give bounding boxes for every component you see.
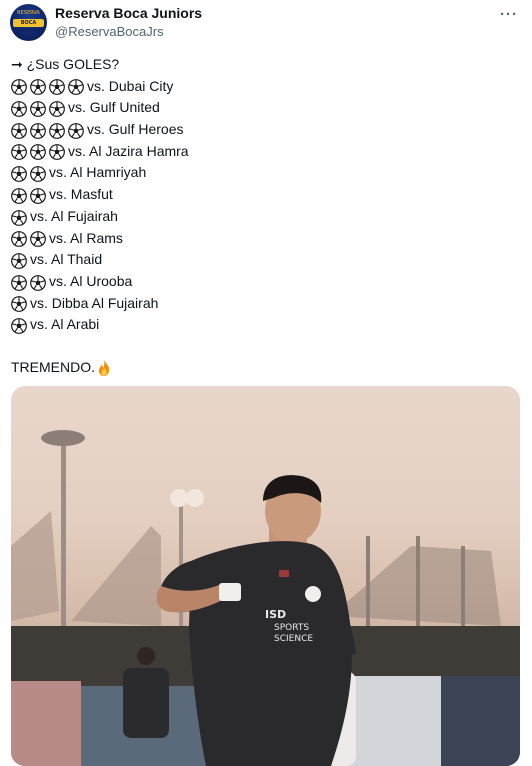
- club-crest: [305, 586, 321, 602]
- soccer-ball-icon: [11, 231, 27, 248]
- soccer-ball-icon: [49, 79, 65, 96]
- soccer-ball-icon: [68, 122, 84, 139]
- soccer-ball-icon: [11, 79, 27, 96]
- goal-rival: vs. Al Thaid: [30, 251, 103, 268]
- goal-balls: [11, 293, 30, 315]
- goal-balls: [11, 315, 30, 337]
- background-player: [123, 668, 169, 738]
- wristband: [219, 583, 241, 601]
- soccer-ball-icon: [11, 166, 27, 183]
- mast: [416, 536, 420, 626]
- goal-balls: [11, 98, 68, 120]
- background-player-head: [137, 647, 155, 665]
- tweet-photo[interactable]: ISD SPORTS SCIENCE: [11, 386, 520, 766]
- goal-balls: [11, 271, 49, 293]
- soccer-ball-icon: [30, 231, 46, 248]
- tweet-intro: ➞ ¿Sus GOLES?: [11, 56, 120, 72]
- soccer-ball-icon: [30, 101, 46, 118]
- soccer-ball-icon: [30, 274, 46, 291]
- goal-balls: [11, 206, 30, 228]
- goal-balls: [11, 250, 30, 272]
- floodlight-head: [41, 430, 85, 446]
- goal-line: vs. Al Jazira Hamra: [11, 141, 511, 163]
- tweet-text: ➞ ¿Sus GOLES? vs. Dubai City vs. Gulf Uni…: [11, 54, 511, 336]
- mast: [461, 546, 465, 626]
- goal-line: vs. Al Arabi: [11, 314, 511, 336]
- goal-line: vs. Gulf Heroes: [11, 119, 511, 141]
- soccer-ball-icon: [30, 187, 46, 204]
- goal-line: vs. Dubai City: [11, 76, 511, 98]
- goal-balls: [11, 120, 87, 142]
- goal-rival: vs. Al Hamriyah: [49, 164, 147, 181]
- soccer-ball-icon: [11, 187, 27, 204]
- goal-rival: vs. Al Urooba: [49, 272, 133, 289]
- soccer-ball-icon: [11, 274, 27, 291]
- avatar-band-text: BOCA JUNIORS: [16, 20, 41, 34]
- goal-line: vs. Gulf United: [11, 97, 511, 119]
- soccer-ball-icon: [11, 122, 27, 139]
- goal-rival: vs. Al Jazira Hamra: [68, 142, 189, 159]
- floodlight-lamp: [170, 489, 188, 507]
- sponsor-line2: SPORTS: [274, 623, 309, 633]
- more-options-icon[interactable]: ···: [500, 6, 518, 23]
- soccer-ball-icon: [68, 79, 84, 96]
- account-handle[interactable]: @ReservaBocaJrs: [55, 24, 164, 39]
- closing-text: TREMENDO.: [11, 359, 95, 375]
- avatar[interactable]: RESERVA BOCA JUNIORS: [10, 4, 47, 41]
- ad-board: [441, 676, 520, 766]
- goal-line: vs. Dibba Al Fujairah: [11, 293, 511, 315]
- soccer-ball-icon: [30, 79, 46, 96]
- goal-line: vs. Masfut: [11, 184, 511, 206]
- goals-list: vs. Dubai City vs. Gulf United vs. Gulf He…: [11, 76, 511, 336]
- flag-patch: [279, 570, 289, 577]
- goal-rival: vs. Dibba Al Fujairah: [30, 294, 159, 311]
- soccer-ball-icon: [11, 209, 27, 226]
- goal-rival: vs. Al Fujairah: [30, 207, 118, 224]
- soccer-ball-icon: [30, 166, 46, 183]
- sponsor-line3: SCIENCE: [274, 634, 313, 644]
- goal-line: vs. Al Hamriyah: [11, 162, 511, 184]
- soccer-ball-icon: [11, 296, 27, 313]
- goal-rival: vs. Dubai City: [87, 77, 174, 94]
- goal-rival: vs. Gulf Heroes: [87, 121, 184, 138]
- photo-scene: ISD SPORTS SCIENCE: [11, 430, 520, 766]
- goal-balls: [11, 141, 68, 163]
- goal-rival: vs. Al Rams: [49, 229, 123, 246]
- floodlight-lamp: [186, 489, 204, 507]
- goal-rival: vs. Masfut: [49, 186, 113, 203]
- avatar-band: BOCA JUNIORS: [13, 19, 44, 34]
- player-shirt: [189, 541, 352, 766]
- goal-balls: [11, 185, 49, 207]
- tweet-closing: TREMENDO.: [11, 356, 113, 378]
- soccer-ball-icon: [11, 253, 27, 269]
- goal-line: vs. Al Thaid: [11, 249, 511, 271]
- fire-icon: [95, 359, 113, 377]
- soccer-ball-icon: [30, 144, 46, 161]
- ad-board: [11, 681, 81, 766]
- soccer-ball-icon: [11, 144, 27, 161]
- soccer-ball-icon: [11, 318, 27, 334]
- goal-line: vs. Al Urooba: [11, 271, 511, 293]
- goal-line: vs. Al Rams: [11, 228, 511, 250]
- soccer-ball-icon: [11, 101, 27, 118]
- soccer-ball-icon: [30, 122, 46, 139]
- goal-balls: [11, 163, 49, 185]
- goal-balls: [11, 228, 49, 250]
- soccer-ball-icon: [49, 101, 65, 118]
- goal-balls: [11, 76, 87, 98]
- avatar-top-text: RESERVA: [17, 10, 40, 16]
- soccer-ball-icon: [49, 144, 65, 161]
- sponsor-line1: ISD: [265, 608, 286, 621]
- mast: [366, 536, 370, 626]
- stand-structure: [71, 526, 161, 626]
- stand-structure: [11, 511, 59, 621]
- goal-rival: vs. Gulf United: [68, 99, 160, 116]
- goal-line: vs. Al Fujairah: [11, 206, 511, 228]
- goal-rival: vs. Al Arabi: [30, 316, 100, 333]
- account-name[interactable]: Reserva Boca Juniors: [55, 5, 202, 21]
- soccer-ball-icon: [49, 122, 65, 139]
- tweet-header: RESERVA BOCA JUNIORS Reserva Boca Junior…: [10, 4, 524, 42]
